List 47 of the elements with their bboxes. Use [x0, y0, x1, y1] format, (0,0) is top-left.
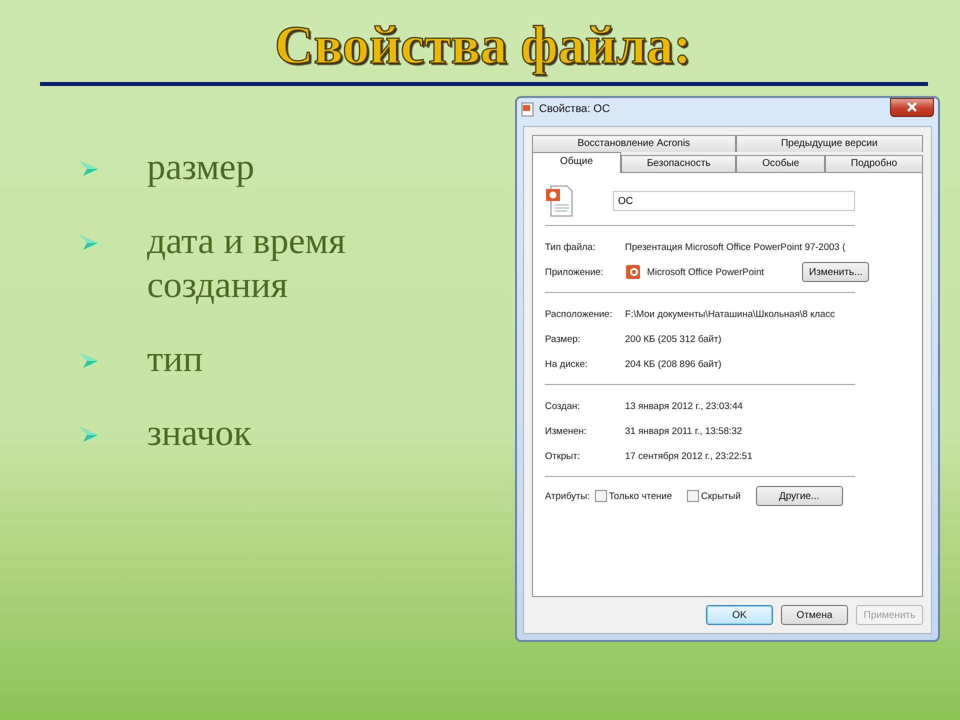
field-value: Microsoft Office PowerPoint: [647, 266, 764, 278]
bullet-text: дата и время создания: [147, 220, 346, 308]
field-label: Атрибуты:: [545, 490, 590, 502]
presentation-file-icon: [545, 185, 573, 217]
bullet-text: тип: [147, 338, 204, 382]
tab[interactable]: Восстановление Acronis: [532, 135, 736, 152]
close-button[interactable]: [890, 98, 934, 116]
field-label: Изменен:: [545, 426, 588, 436]
field-label: Приложение:: [545, 266, 604, 278]
field-value: F:\Мои документы\Наташина\Школьная\8 класс: [625, 308, 835, 320]
slide-title: Свойства файла:: [274, 14, 692, 76]
close-icon: [906, 101, 918, 113]
change-button[interactable]: Изменить...: [802, 262, 870, 282]
dialog-button[interactable]: Отмена: [781, 605, 848, 625]
tab[interactable]: Общие: [532, 152, 621, 173]
tab[interactable]: Подробно: [825, 155, 924, 172]
bullet-text: размер: [147, 146, 256, 190]
tab[interactable]: Безопасность: [621, 155, 736, 172]
field-label: Расположение:: [545, 308, 614, 320]
tab[interactable]: Особые: [736, 155, 826, 172]
file-icon: [521, 102, 534, 116]
arrow-bullet-icon: [79, 425, 99, 444]
field-value: 13 января 2012 г., 23:03:44: [625, 400, 743, 412]
field-value: 204 КБ (208 896 байт): [625, 358, 722, 370]
field-value: 31 января 2011 г., 13:58:32: [625, 426, 742, 436]
name-field[interactable]: ОС: [613, 191, 855, 211]
field-value: 17 сентября 2012 г., 23:22:51: [625, 450, 752, 462]
tab[interactable]: Предыдущие версии: [736, 135, 924, 152]
arrow-bullet-icon: [79, 233, 99, 252]
app-icon: [625, 264, 641, 280]
window-title: Свойства: ОС: [539, 103, 610, 115]
checkbox[interactable]: [687, 490, 700, 502]
other-button[interactable]: Другие...: [756, 486, 843, 506]
field-value: Презентация Microsoft Office PowerPoint 97-2003 (: [625, 242, 846, 252]
field-label: Создан:: [545, 400, 581, 412]
arrow-bullet-icon: [79, 159, 99, 178]
dialog-button[interactable]: OK: [706, 605, 773, 625]
checkbox-label: Только чтение: [608, 490, 672, 502]
checkbox-label: Скрытый: [701, 490, 741, 502]
bullet-text: значок: [147, 412, 252, 456]
field-value: 200 КБ (205 312 байт): [625, 334, 722, 344]
checkbox[interactable]: [594, 490, 607, 502]
arrow-bullet-icon: [79, 351, 99, 370]
field-label: Открыт:: [545, 450, 581, 462]
field-label: Тип файла:: [545, 242, 596, 252]
field-label: На диске:: [545, 358, 589, 370]
field-label: Размер:: [545, 334, 582, 344]
